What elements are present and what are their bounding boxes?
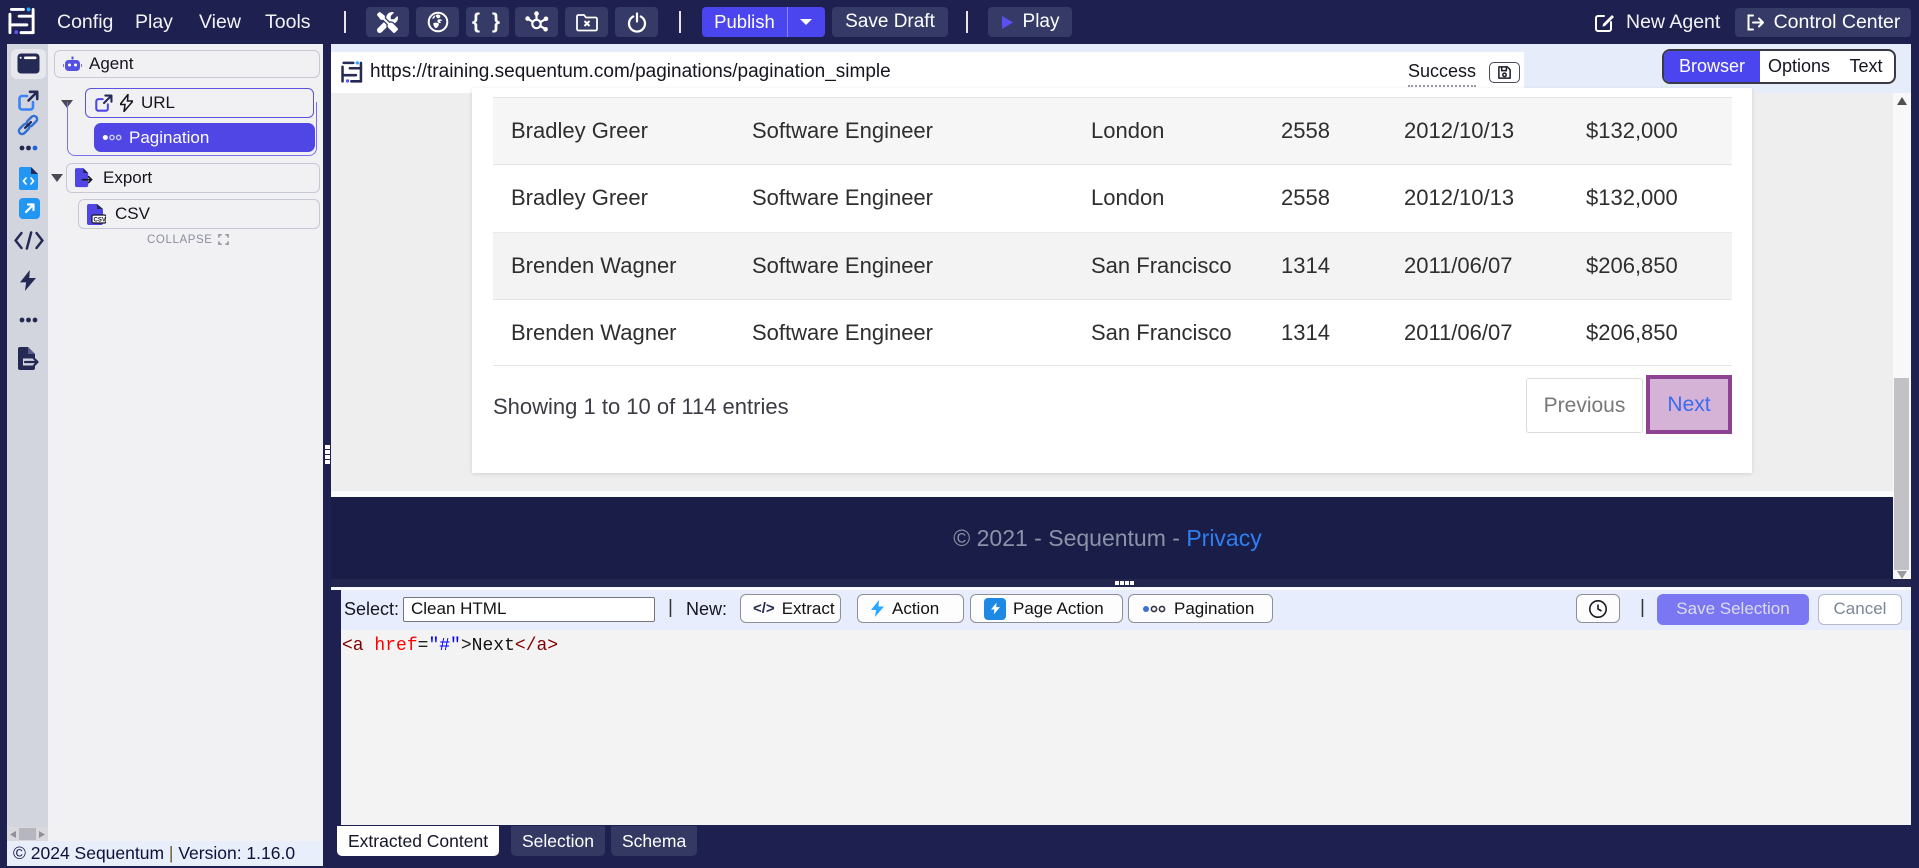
svg-text:CSV: CSV <box>94 217 106 223</box>
